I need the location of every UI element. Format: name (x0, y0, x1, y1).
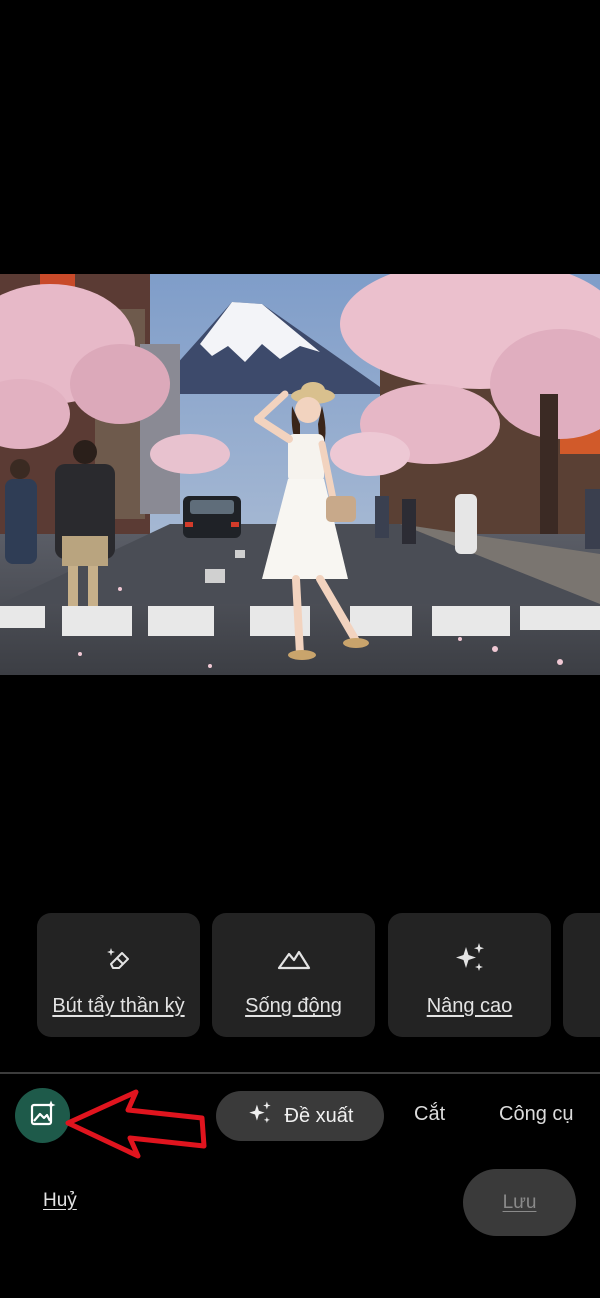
enhance-label: Nâng cao (426, 995, 513, 1017)
tab-suggestions-label: Đề xuất (284, 1104, 354, 1127)
sparkle-icon (247, 1100, 273, 1132)
tab-tools[interactable]: Công cụ (499, 1103, 574, 1126)
save-label: Lưu (502, 1191, 537, 1213)
auto-enhance-button[interactable] (15, 1088, 70, 1143)
mountain-icon (277, 941, 311, 975)
enhance-card[interactable]: Nâng cao (388, 913, 551, 1037)
edited-photo[interactable] (0, 274, 600, 675)
tab-suggestions[interactable]: Đề xuất (216, 1091, 384, 1141)
save-button[interactable]: Lưu (463, 1169, 576, 1236)
magic-eraser-icon (102, 941, 136, 975)
annotation-arrow (64, 1088, 209, 1165)
vivid-card[interactable]: Sống động (212, 913, 375, 1037)
divider (0, 1072, 600, 1074)
sparkle-icon (453, 941, 487, 975)
tab-crop[interactable]: Cắt (414, 1103, 445, 1126)
magic-eraser-label: Bút tẩy thần kỳ (52, 995, 185, 1017)
tool-carousel[interactable]: Bút tẩy thần kỳ Sống động Nâng cao (0, 913, 600, 1037)
cancel-button[interactable]: Huỷ (43, 1190, 77, 1212)
next-tool-card[interactable] (563, 913, 600, 1037)
vivid-label: Sống động (245, 995, 342, 1017)
auto-enhance-icon (29, 1099, 57, 1132)
magic-eraser-card[interactable]: Bút tẩy thần kỳ (37, 913, 200, 1037)
